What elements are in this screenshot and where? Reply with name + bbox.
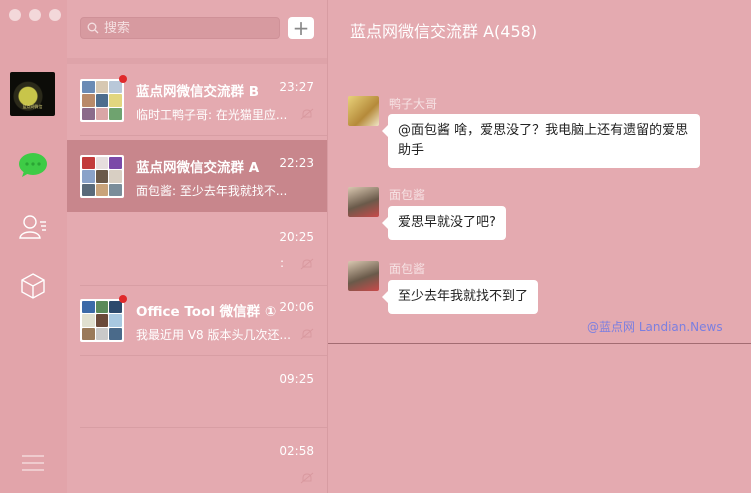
chat-panel: 蓝点网微信交流群 A(458) 鸭子大哥 @面包酱 啥，爱思没了？我电脑上还有遗… xyxy=(327,0,751,493)
conversation-time: 20:06 xyxy=(279,300,314,314)
conversation-preview: 临时工鸭子哥: 在光猫里应... xyxy=(136,108,288,122)
wechat-window: 蓝点网微信 搜索 + 蓝点网微信交流群 B 23:27 临时工鸭子哥: 在光猫里… xyxy=(0,0,751,493)
add-chat-button[interactable]: + xyxy=(288,17,314,39)
conversation-name: 蓝点网微信交流群 B xyxy=(136,84,259,100)
chat-bubble-icon xyxy=(19,153,47,177)
message-author: 鸭子大哥 xyxy=(389,97,438,111)
window-controls xyxy=(9,9,61,21)
conversation-time: 20:25 xyxy=(279,230,314,244)
message-text-line: @面包酱 啥，爱思没了？我电脑上还有遗留的爱思 xyxy=(398,123,689,138)
chats-tab[interactable] xyxy=(16,150,50,180)
conversation-item-selected[interactable]: 蓝点网微信交流群 A 22:23 面包酱: 至少去年我就找不... xyxy=(67,140,327,212)
search-icon xyxy=(87,22,99,34)
mute-bell-icon xyxy=(300,258,314,270)
mute-bell-icon xyxy=(300,108,314,120)
close-window-button[interactable] xyxy=(9,9,21,21)
conversation-time: 23:27 xyxy=(279,80,314,94)
hamburger-menu-icon xyxy=(22,455,44,471)
chat-title: 蓝点网微信交流群 A(458) xyxy=(350,22,538,41)
sidebar-rail: 蓝点网微信 xyxy=(0,0,67,493)
message-bubble[interactable]: 爱思早就没了吧? xyxy=(382,206,506,240)
conversation-time: 02:58 xyxy=(279,444,314,458)
unread-dot xyxy=(119,295,127,303)
row-divider xyxy=(80,135,327,136)
contacts-tab[interactable] xyxy=(16,212,50,242)
unread-dot xyxy=(119,75,127,83)
conversation-name: 蓝点网微信交流群 A xyxy=(136,160,260,176)
message-bubble[interactable]: 至少去年我就找不到了 xyxy=(381,280,539,314)
mute-bell-icon xyxy=(300,328,314,340)
mute-bell-icon xyxy=(300,472,314,484)
group-avatar xyxy=(80,299,124,342)
input-area-divider[interactable] xyxy=(328,343,751,344)
search-box[interactable] xyxy=(80,17,280,39)
group-avatar xyxy=(80,79,124,122)
conversation-preview: 我最近用 V8 版本头几次还... xyxy=(136,328,291,342)
search-input[interactable] xyxy=(104,20,264,36)
sender-avatar[interactable] xyxy=(348,187,379,217)
self-avatar[interactable]: 蓝点网微信 xyxy=(10,72,55,116)
contacts-icon xyxy=(19,215,46,239)
favorites-tab[interactable] xyxy=(16,271,50,301)
message-author: 面包酱 xyxy=(389,262,426,276)
zoom-window-button[interactable] xyxy=(49,9,61,21)
message-author: 面包酱 xyxy=(389,188,426,202)
conversation-name: Office Tool 微信群 ① xyxy=(136,304,277,320)
self-avatar-caption: 蓝点网微信 xyxy=(22,104,43,109)
cube-icon xyxy=(21,273,45,299)
sender-avatar[interactable] xyxy=(348,96,379,126)
group-avatar xyxy=(80,155,124,198)
message-text-line: 助手 xyxy=(398,143,425,158)
settings-menu-button[interactable] xyxy=(16,448,50,478)
message-bubble[interactable]: @面包酱 啥，爱思没了？我电脑上还有遗留的爱思 助手 xyxy=(382,114,700,168)
conversation-preview: : xyxy=(279,256,284,270)
conversation-item[interactable]: 02:58 xyxy=(67,428,327,493)
conversation-item[interactable]: 20:25 : xyxy=(67,214,327,286)
conversation-item[interactable]: Office Tool 微信群 ① 20:06 我最近用 V8 版本头几次还..… xyxy=(67,284,327,356)
minimize-window-button[interactable] xyxy=(29,9,41,21)
conversation-item[interactable]: 蓝点网微信交流群 B 23:27 临时工鸭子哥: 在光猫里应... xyxy=(67,64,327,136)
sender-avatar[interactable] xyxy=(348,261,379,291)
conversation-time: 09:25 xyxy=(279,372,314,386)
conversation-time: 22:23 xyxy=(279,156,314,170)
watermark: @蓝点网 Landian.News xyxy=(587,320,723,334)
conversation-item[interactable]: 09:25 xyxy=(67,356,327,428)
conversation-list-panel: + 蓝点网微信交流群 B 23:27 临时工鸭子哥: 在光猫里应... xyxy=(67,0,327,493)
conversation-preview: 面包酱: 至少去年我就找不... xyxy=(136,184,288,198)
